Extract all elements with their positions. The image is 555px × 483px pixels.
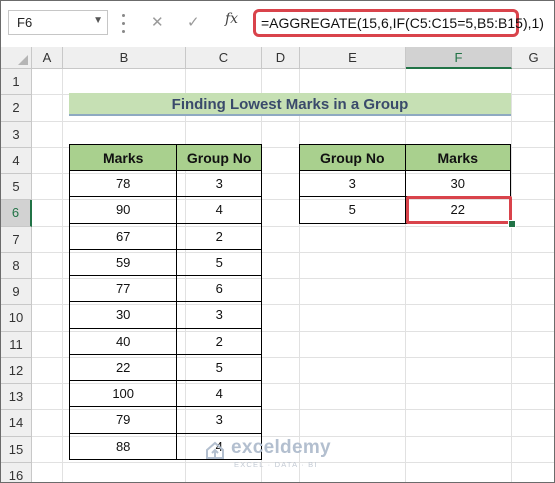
row-header-14[interactable]: 14 — [1, 410, 32, 437]
table-row: 3 30 — [299, 169, 511, 198]
marks-header[interactable]: Marks — [404, 144, 511, 171]
table-row: 79 3 — [68, 406, 262, 434]
table-cell[interactable]: 88 — [68, 432, 178, 460]
row-header-15[interactable]: 15 — [1, 436, 32, 463]
table-row: 30 3 — [68, 301, 262, 329]
row-header-10[interactable]: 10 — [1, 305, 32, 332]
cancel-icon[interactable]: ✕ — [151, 13, 164, 31]
table-row: 78 3 — [68, 169, 262, 198]
table-row: 100 4 — [68, 379, 262, 408]
row-header-9[interactable]: 9 — [1, 279, 32, 306]
row-header-5[interactable]: 5 — [1, 174, 32, 201]
sheet-title[interactable]: Finding Lowest Marks in a Group — [69, 93, 511, 116]
table-cell[interactable]: 40 — [68, 327, 178, 355]
gridline-vertical — [405, 69, 406, 482]
column-header-a[interactable]: A — [32, 47, 63, 69]
row-header-7[interactable]: 7 — [1, 226, 32, 253]
select-all-button[interactable] — [1, 47, 32, 69]
formula-bar: F6 ▼ ✕ ✓ fx =AGGREGATE(15,6,IF(C5:C15=5,… — [1, 1, 554, 48]
watermark: exceldemy EXCEL · DATA · BI — [204, 437, 354, 475]
column-header-c[interactable]: C — [186, 47, 262, 69]
table-cell[interactable]: 3 — [176, 301, 262, 329]
table-cell[interactable]: 100 — [68, 379, 178, 408]
table-row: 90 4 — [68, 196, 262, 224]
chevron-down-icon[interactable]: ▼ — [93, 15, 103, 26]
column-header-g[interactable]: G — [512, 47, 554, 69]
table-cell[interactable]: 4 — [176, 196, 262, 224]
table-row: 77 6 — [68, 274, 262, 303]
table-cell[interactable]: 3 — [176, 169, 262, 198]
row-header-13[interactable]: 13 — [1, 384, 32, 411]
formula-input[interactable]: =AGGREGATE(15,6,IF(C5:C15=5,B5:B15),1) — [253, 9, 544, 37]
row-header-1[interactable]: 1 — [1, 69, 32, 96]
table-cell[interactable]: 4 — [176, 379, 262, 408]
table-row: 22 5 — [68, 353, 262, 382]
insert-function-icon[interactable]: fx — [225, 11, 238, 27]
table-cell[interactable]: 6 — [176, 274, 262, 303]
watermark-brand: exceldemy — [231, 437, 331, 458]
active-cell-highlight — [406, 196, 512, 224]
row-header-3[interactable]: 3 — [1, 121, 32, 148]
table-cell[interactable]: 5 — [176, 248, 262, 277]
table-cell[interactable]: 30 — [404, 169, 511, 198]
column-header-b[interactable]: B — [63, 47, 186, 69]
gridline-vertical — [62, 69, 63, 482]
row-header-4[interactable]: 4 — [1, 147, 32, 174]
name-box[interactable]: F6 ▼ — [8, 10, 108, 35]
row-header-12[interactable]: 12 — [1, 357, 32, 384]
table-cell[interactable]: 22 — [68, 353, 178, 382]
table-cell[interactable]: 2 — [176, 327, 262, 355]
table-cell[interactable]: 59 — [68, 248, 178, 277]
drag-handle-icon[interactable] — [120, 9, 126, 37]
table-cell[interactable]: 78 — [68, 169, 178, 198]
gridline-horizontal — [32, 120, 554, 122]
enter-icon[interactable]: ✓ — [187, 13, 200, 31]
column-header-f[interactable]: F — [406, 47, 512, 69]
gridline-vertical — [299, 69, 300, 482]
table-cell[interactable]: 30 — [68, 301, 178, 329]
marks-table: Marks Group No 78 3 90 4 67 2 59 5 77 6 30 3 40 2 22 5 1… — [68, 144, 262, 460]
name-box-value: F6 — [17, 15, 33, 30]
formula-text: =AGGREGATE(15,6,IF(C5:C15=5,B5:B15),1) — [261, 15, 544, 31]
table-cell[interactable]: 3 — [176, 406, 262, 434]
table-cell[interactable]: 5 — [176, 353, 262, 382]
watermark-tagline: EXCEL · DATA · BI — [234, 460, 318, 469]
table-row: 67 2 — [68, 222, 262, 250]
table-cell[interactable]: 67 — [68, 222, 178, 250]
row-header-2[interactable]: 2 — [1, 95, 32, 122]
fill-handle[interactable] — [508, 220, 516, 228]
table-cell[interactable]: 5 — [299, 196, 406, 224]
group-no-header[interactable]: Group No — [299, 144, 406, 171]
group-no-header[interactable]: Group No — [176, 144, 262, 171]
table-cell[interactable]: 79 — [68, 406, 178, 434]
row-header-8[interactable]: 8 — [1, 252, 32, 279]
table-cell[interactable]: 2 — [176, 222, 262, 250]
table-cell[interactable]: 3 — [299, 169, 406, 198]
marks-header[interactable]: Marks — [68, 144, 178, 171]
row-header-16[interactable]: 16 — [1, 462, 32, 482]
row-header-6[interactable]: 6 — [1, 200, 32, 227]
table-cell[interactable]: 90 — [68, 196, 178, 224]
exceldemy-logo-icon — [206, 441, 224, 459]
column-header-e[interactable]: E — [300, 47, 406, 69]
table-cell[interactable]: 77 — [68, 274, 178, 303]
row-header-11[interactable]: 11 — [1, 331, 32, 358]
column-header-d[interactable]: D — [262, 47, 300, 69]
table-row: 40 2 — [68, 327, 262, 355]
gridline-vertical — [511, 69, 512, 482]
spreadsheet-window: F6 ▼ ✕ ✓ fx =AGGREGATE(15,6,IF(C5:C15=5,… — [0, 0, 555, 483]
table-row: 59 5 — [68, 248, 262, 277]
